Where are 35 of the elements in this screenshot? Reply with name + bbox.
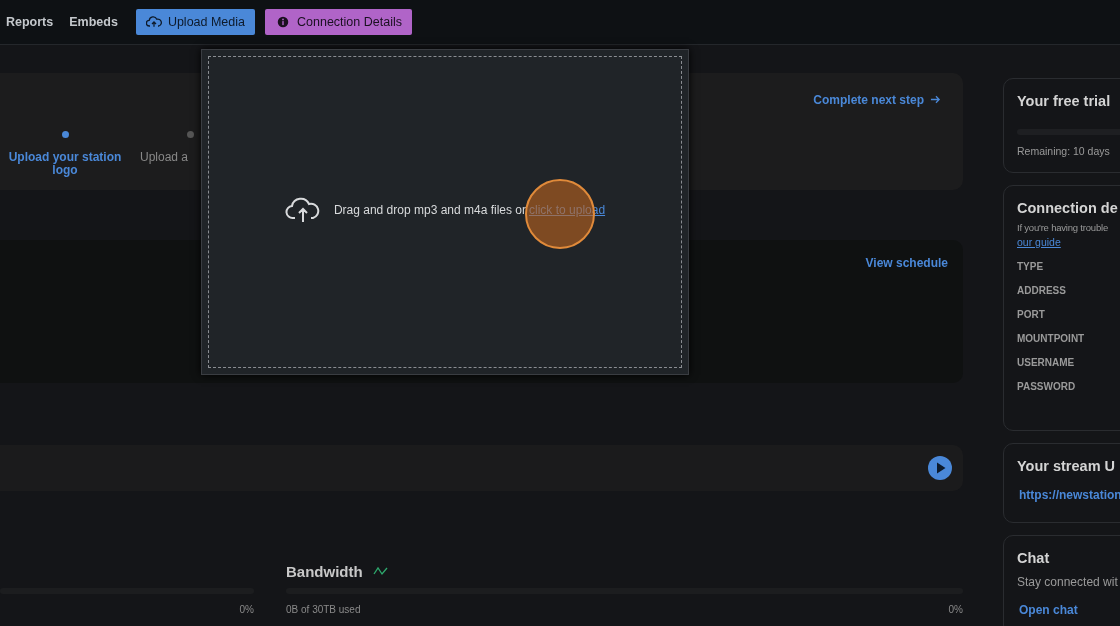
card-title: Your free trial: [1017, 93, 1112, 109]
open-chat-link[interactable]: Open chat: [1019, 603, 1078, 617]
chat-text: Stay connected wit: [1017, 575, 1119, 589]
cloud-upload-icon: [284, 196, 321, 223]
drop-text: Drag and drop mp3 and m4a files or: [333, 202, 527, 217]
field-label: MOUNTPOINT: [1017, 333, 1085, 344]
arrow-right-icon: [930, 94, 941, 105]
field-label: TYPE: [1017, 261, 1044, 272]
field-label: USERNAME: [1017, 357, 1075, 368]
step-label[interactable]: Upload your station logo: [7, 151, 123, 177]
nav-link[interactable]: Embeds: [69, 15, 118, 29]
card-title: Chat: [1017, 550, 1051, 566]
stream-url-link[interactable]: https://newstation: [1019, 488, 1120, 502]
view-schedule-link[interactable]: View schedule: [865, 256, 948, 271]
details-button[interactable]: Connection Details: [265, 9, 412, 35]
help-text: If you're having trouble: [1017, 222, 1110, 233]
field-label: PASSWORD: [1017, 381, 1076, 392]
card-title: Your stream U: [1017, 458, 1117, 474]
field-label: PORT: [1017, 309, 1045, 320]
play-button[interactable]: [928, 456, 952, 480]
field-label: ADDRESS: [1017, 285, 1066, 296]
step-label[interactable]: Upload a: [140, 151, 189, 164]
usage-text: 0B of 30TB used: [286, 604, 361, 615]
usage-title: Bandwidth: [286, 562, 363, 580]
usage-percent: 0%: [948, 604, 963, 615]
remaining-text: Remaining: 10 days: [1017, 145, 1111, 157]
usage-percent: 0%: [239, 604, 254, 615]
info-icon: [275, 15, 291, 29]
nav-link[interactable]: Reports: [6, 15, 54, 29]
upload-button[interactable]: Upload Media: [135, 9, 255, 35]
next-step-link[interactable]: Complete next step: [813, 93, 941, 109]
guide-link[interactable]: our guide: [1017, 236, 1061, 248]
card-title: Connection de: [1017, 200, 1119, 216]
cloud-upload-icon: [145, 15, 162, 29]
trend-icon: [372, 566, 389, 576]
